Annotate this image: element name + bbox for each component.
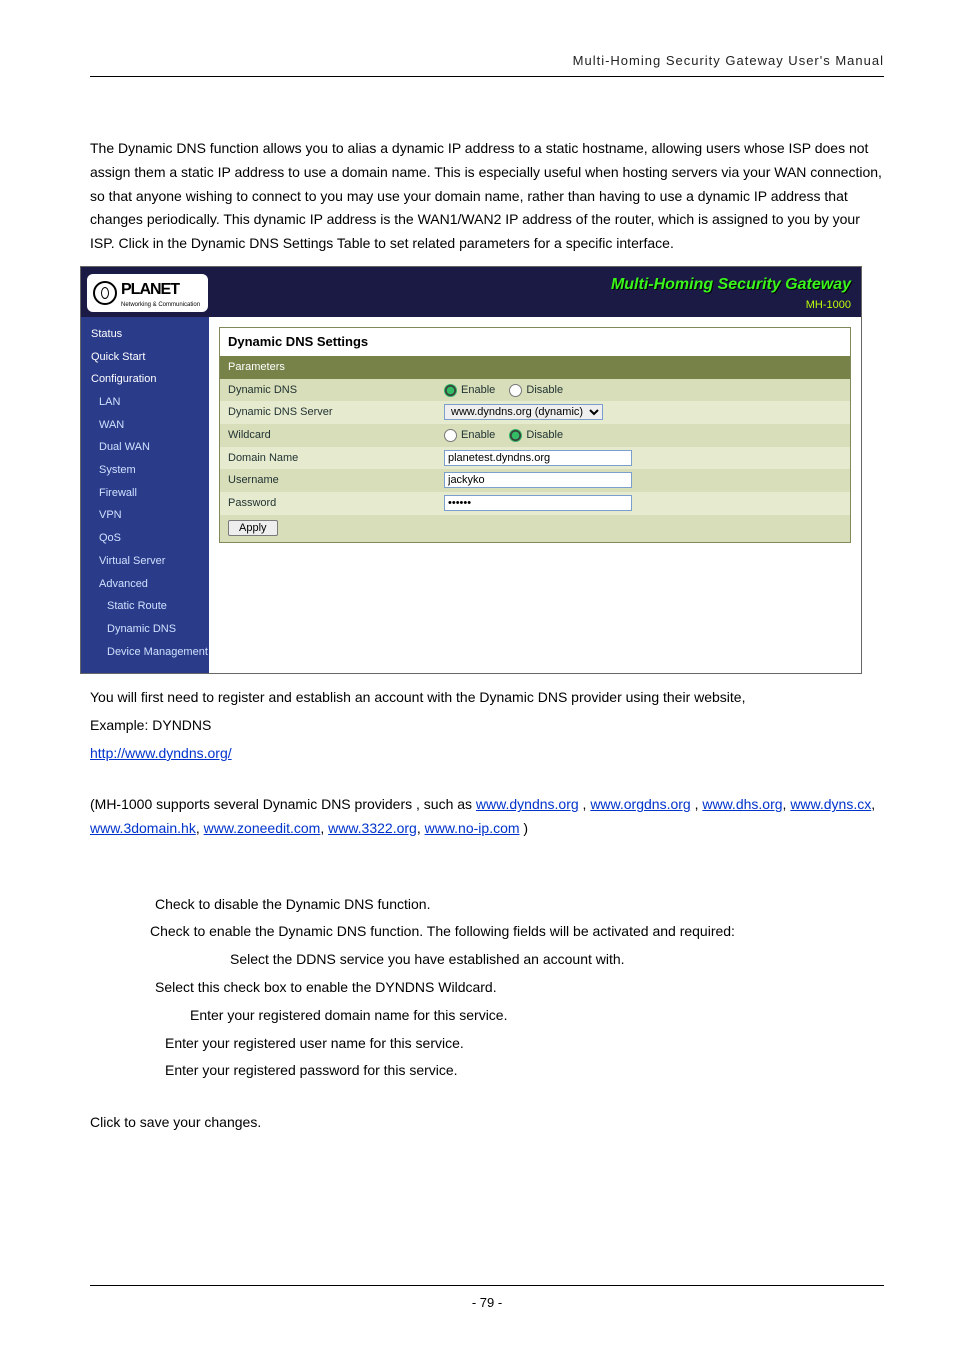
sidebar-item-quickstart[interactable]: Quick Start	[81, 346, 209, 369]
input-domain[interactable]	[444, 450, 632, 466]
input-username[interactable]	[444, 472, 632, 488]
after-line-1: You will first need to register and esta…	[90, 686, 884, 710]
closing-pre: Click	[90, 1114, 120, 1130]
product-name: Multi-Homing Security Gateway	[611, 271, 851, 298]
settings-box: Dynamic DNS Settings Parameters Dynamic …	[219, 327, 851, 543]
page-number: - 79 -	[472, 1295, 502, 1310]
bullet-username: Enter your registered user name for this…	[90, 1032, 884, 1056]
bullet-domain: Enter your registered domain name for th…	[90, 1004, 884, 1028]
bullet-disable: Check to disable the Dynamic DNS functio…	[90, 893, 884, 917]
radio-enable-wildcard[interactable]	[444, 429, 457, 442]
row-label-username: Username	[220, 469, 436, 492]
globe-icon	[93, 281, 117, 305]
link-noip[interactable]: www.no-ip.com	[425, 820, 520, 836]
bullet-enable: Check to enable the Dynamic DNS function…	[90, 920, 884, 944]
row-label-dnsserver: Dynamic DNS Server	[220, 401, 436, 424]
closing-line: Click to save your changes.	[90, 1111, 884, 1135]
row-label-wildcard: Wildcard	[220, 424, 436, 447]
sidebar-item-dynamicdns[interactable]: Dynamic DNS	[81, 618, 209, 641]
closing-post: to save your changes.	[124, 1114, 261, 1130]
link-zoneedit[interactable]: www.zoneedit.com	[204, 820, 321, 836]
providers-suffix: )	[523, 820, 528, 836]
sidebar-item-vpn[interactable]: VPN	[81, 504, 209, 527]
bullet-server: Select the DDNS service you have establi…	[90, 948, 884, 972]
screenshot-header: PLANET Networking & Communication Multi-…	[81, 267, 861, 317]
row-label-domain: Domain Name	[220, 447, 436, 470]
sidebar-item-staticroute[interactable]: Static Route	[81, 595, 209, 618]
brand-name: PLANET	[121, 281, 179, 298]
header-rule	[90, 76, 884, 77]
sidebar-item-qos[interactable]: QoS	[81, 527, 209, 550]
sidebar-item-system[interactable]: System	[81, 459, 209, 482]
link-dyns[interactable]: www.dyns.cx	[790, 796, 871, 812]
radio-disable-wildcard-label: Disable	[526, 426, 563, 445]
product-model: MH-1000	[611, 296, 851, 315]
settings-subtitle: Parameters	[220, 356, 850, 379]
product-title: Multi-Homing Security Gateway MH-1000	[611, 271, 851, 315]
bullet-password: Enter your registered password for this …	[90, 1059, 884, 1083]
radio-enable-ddns[interactable]	[444, 384, 457, 397]
radio-enable-ddns-label: Enable	[461, 381, 495, 400]
link-dhs[interactable]: www.dhs.org	[702, 796, 782, 812]
sidebar-item-configuration[interactable]: Configuration	[81, 368, 209, 391]
sidebar-item-devicemgmt[interactable]: Device Management	[81, 641, 209, 664]
sidebar-item-lan[interactable]: LAN	[81, 391, 209, 414]
link-3domain[interactable]: www.3domain.hk	[90, 820, 196, 836]
sidebar-item-virtualserver[interactable]: Virtual Server	[81, 550, 209, 573]
after-line-2: Example: DYNDNS	[90, 714, 884, 738]
apply-button[interactable]: Apply	[228, 520, 278, 536]
radio-enable-wildcard-label: Enable	[461, 426, 495, 445]
input-password[interactable]	[444, 495, 632, 511]
radio-disable-ddns[interactable]	[509, 384, 522, 397]
providers-line: (MH-1000 supports several Dynamic DNS pr…	[90, 793, 884, 841]
sidebar-item-status[interactable]: Status	[81, 323, 209, 346]
row-label-dynamicdns: Dynamic DNS	[220, 379, 436, 402]
brand-logo: PLANET Networking & Communication	[87, 274, 208, 312]
row-label-password: Password	[220, 492, 436, 515]
select-dnsserver[interactable]: www.dyndns.org (dynamic)	[444, 404, 603, 420]
settings-table: Dynamic DNS Enable Disable Dynamic DNS	[220, 379, 850, 515]
link-dyndns[interactable]: http://www.dyndns.org/	[90, 745, 232, 761]
bullet-wildcard: Select this check box to enable the DYND…	[90, 976, 884, 1000]
sidebar-item-wan[interactable]: WAN	[81, 414, 209, 437]
sidebar-item-dualwan[interactable]: Dual WAN	[81, 436, 209, 459]
sidebar-item-advanced[interactable]: Advanced	[81, 573, 209, 596]
settings-title: Dynamic DNS Settings	[220, 328, 850, 356]
providers-prefix: (MH-1000 supports several Dynamic DNS pr…	[90, 796, 476, 812]
screenshot-panel: PLANET Networking & Communication Multi-…	[80, 266, 862, 674]
link-orgdns[interactable]: www.orgdns.org	[590, 796, 690, 812]
sidebar-item-firewall[interactable]: Firewall	[81, 482, 209, 505]
radio-disable-wildcard[interactable]	[509, 429, 522, 442]
footer-rule	[90, 1285, 884, 1286]
intro-text-b: in the Dynamic DNS Settings Table to set…	[153, 235, 674, 251]
link-3322[interactable]: www.3322.org	[328, 820, 417, 836]
apply-row: Apply	[220, 515, 850, 542]
sidebar: Status Quick Start Configuration LAN WAN…	[81, 317, 209, 673]
running-header: Multi-Homing Security Gateway User's Man…	[90, 50, 884, 72]
intro-paragraph: The Dynamic DNS function allows you to a…	[90, 137, 884, 256]
brand-tagline: Networking & Communication	[121, 300, 200, 310]
radio-disable-ddns-label: Disable	[526, 381, 563, 400]
link-dyndns-org[interactable]: www.dyndns.org	[476, 796, 579, 812]
main-content: Dynamic DNS Settings Parameters Dynamic …	[209, 317, 861, 673]
